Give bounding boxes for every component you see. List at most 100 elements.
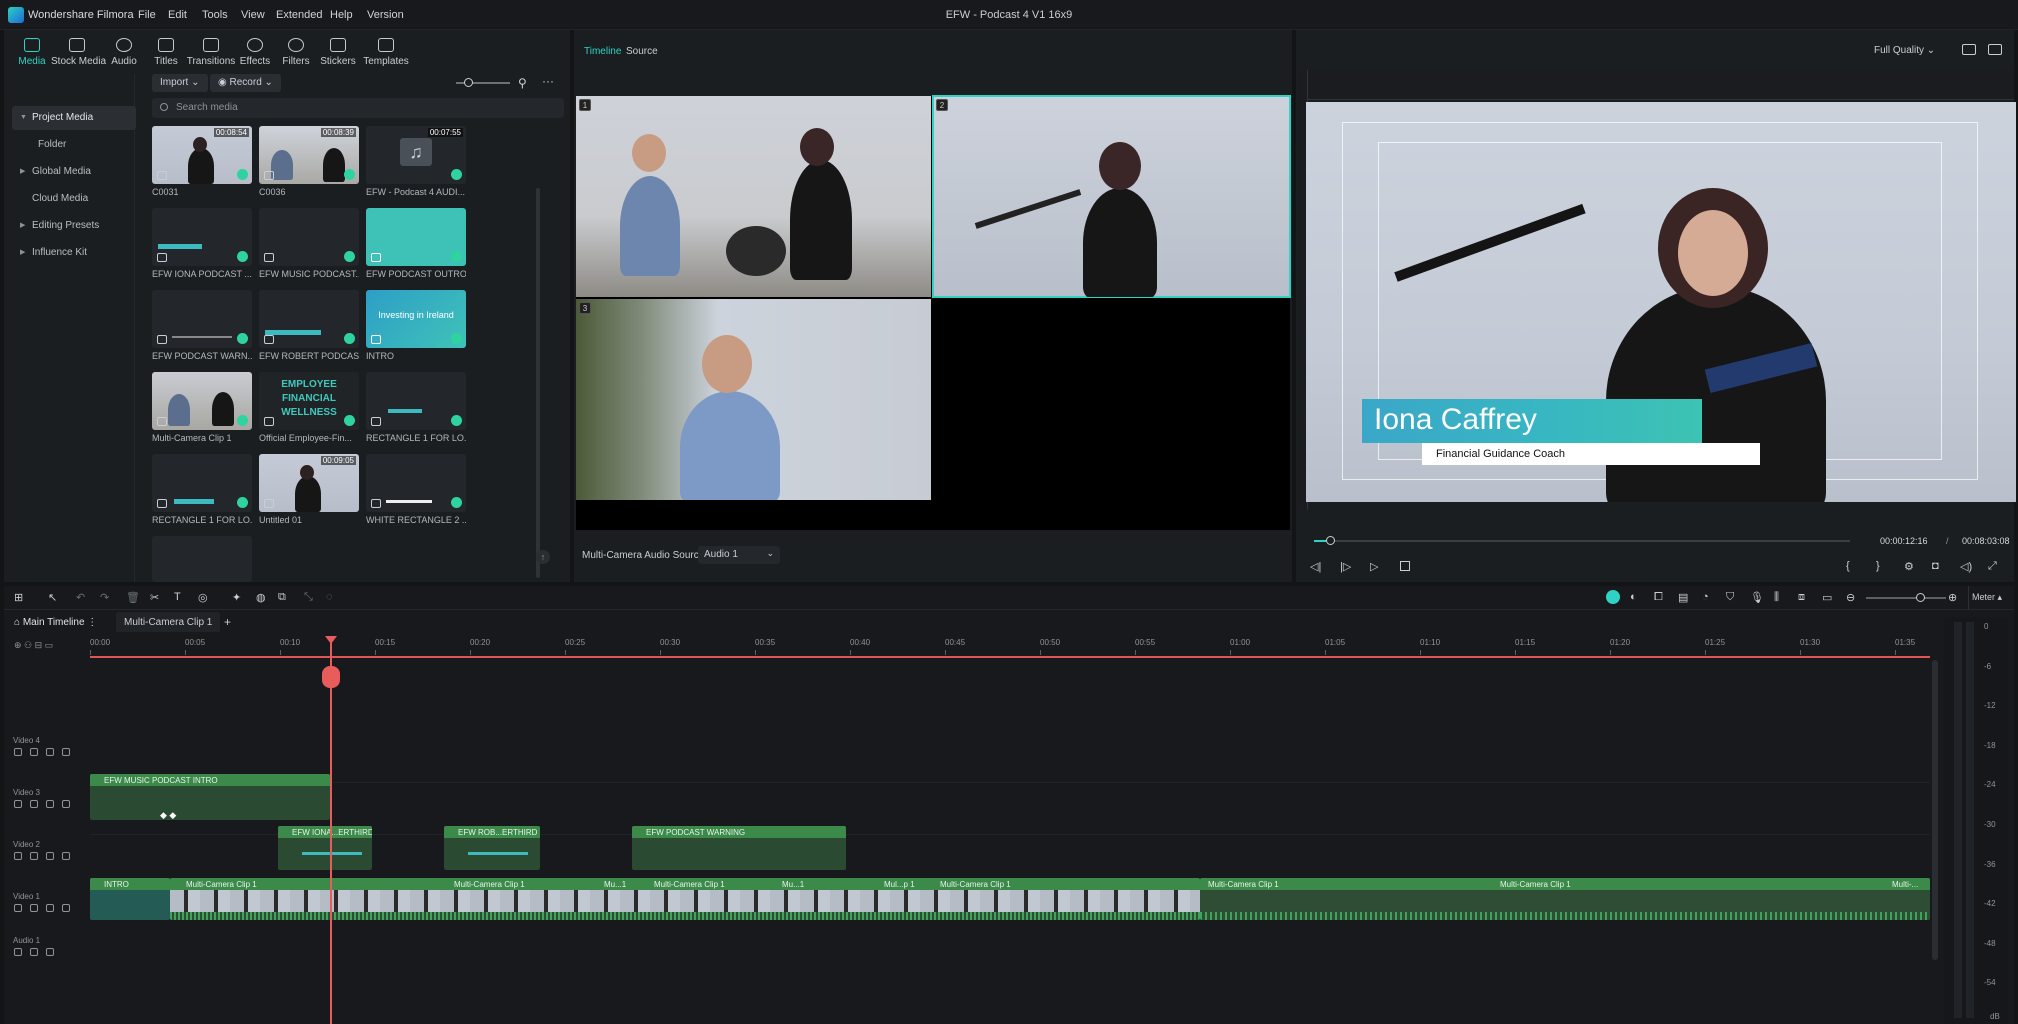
play-icon[interactable]: ▷ — [1370, 560, 1378, 573]
menu-extended[interactable]: Extended — [276, 9, 322, 21]
media-thumb-white-rect[interactable] — [366, 454, 466, 512]
sidebar-item-editing-presets[interactable]: ▶ Editing Presets — [12, 214, 136, 238]
menu-view[interactable]: View — [241, 9, 265, 21]
timeline-scrollbar[interactable] — [1932, 660, 1938, 960]
more-options-icon[interactable]: ··· — [542, 74, 554, 88]
lower-third-title-bar[interactable]: Financial Guidance Coach — [1422, 443, 1760, 465]
text-tool-icon[interactable]: T — [174, 591, 181, 603]
eye-icon[interactable] — [62, 748, 70, 756]
speed-icon[interactable]: ◌ — [326, 591, 333, 603]
mute-icon[interactable] — [30, 948, 38, 956]
redo-icon[interactable]: ↷ — [100, 591, 109, 604]
add-timeline-icon[interactable]: + — [224, 615, 231, 629]
link-icon[interactable] — [46, 800, 54, 808]
media-scrollbar[interactable] — [536, 188, 540, 578]
audio-source-select[interactable]: Audio 1 ⌄ — [698, 546, 780, 564]
record-button[interactable]: ◉ Record ⌄ — [210, 74, 281, 92]
toolbar-stock-media[interactable]: Stock Media — [51, 34, 106, 70]
play-reverse-icon[interactable]: |▷ — [1340, 560, 1351, 573]
menu-version[interactable]: Version — [367, 9, 404, 21]
zoom-in-icon[interactable]: ⊕ — [1948, 591, 1957, 604]
menu-tools[interactable]: Tools — [202, 9, 228, 21]
microphone-icon[interactable]: 🎙 — [1750, 591, 1764, 604]
mark-in-icon[interactable]: { — [1846, 560, 1850, 572]
export-frame-icon[interactable]: ⧉ — [278, 591, 286, 604]
sidebar-item-global-media[interactable]: ▶ Global Media — [12, 160, 136, 184]
add-track-icon[interactable]: ⊕ ⚇ ⊟ ▭ — [14, 640, 53, 651]
snapshot-view-icon[interactable] — [1988, 44, 2002, 55]
camera-3-view[interactable]: 3 — [576, 299, 931, 500]
sidebar-item-project-media[interactable]: ▼ Project Media — [12, 106, 136, 130]
camera-1-view[interactable]: 1 — [576, 96, 931, 297]
media-thumb-music[interactable] — [259, 208, 359, 266]
grid-view-icon[interactable] — [1962, 44, 1976, 55]
media-thumb-official[interactable]: EMPLOYEE FINANCIAL WELLNESS — [259, 372, 359, 430]
lower-third-name-bar[interactable]: Iona Caffrey — [1362, 399, 1702, 443]
stop-icon[interactable] — [1400, 561, 1410, 571]
clip-music-intro[interactable]: EFW MUSIC PODCAST INTRO ◆ ◆ — [90, 774, 330, 820]
media-thumb-rect1[interactable] — [366, 372, 466, 430]
mute-icon[interactable] — [30, 748, 38, 756]
media-thumb-iona[interactable] — [152, 208, 252, 266]
mute-icon[interactable] — [30, 852, 38, 860]
lock-icon[interactable] — [14, 748, 22, 756]
fullscreen-icon[interactable]: ⤢ — [1988, 560, 1997, 573]
crop-icon[interactable]: ◎ — [198, 591, 208, 604]
preview-scrubber[interactable] — [1314, 536, 1850, 545]
ai-tool-icon[interactable]: ✦ — [232, 591, 241, 604]
eye-icon[interactable] — [62, 904, 70, 912]
subtitle-icon[interactable]: ▭ — [1822, 591, 1832, 604]
clip-intro[interactable]: INTRO — [90, 878, 170, 920]
media-thumb-outro[interactable] — [366, 208, 466, 266]
media-thumb-robert[interactable] — [259, 290, 359, 348]
lock-icon[interactable] — [14, 800, 22, 808]
slider-handle[interactable] — [464, 78, 473, 87]
transform-icon[interactable]: ⤡ — [304, 591, 313, 604]
playhead-split-icon[interactable] — [322, 666, 340, 688]
select-tool-icon[interactable]: ↖ — [48, 591, 57, 604]
media-thumb-warning[interactable] — [152, 290, 252, 348]
thumb-size-slider[interactable] — [456, 78, 510, 87]
toolbar-templates[interactable]: Templates — [360, 34, 412, 70]
undo-icon[interactable]: ↶ — [76, 591, 85, 604]
sidebar-item-cloud-media[interactable]: Cloud Media — [12, 187, 136, 211]
mute-icon[interactable] — [30, 800, 38, 808]
menu-help[interactable]: Help — [330, 9, 353, 21]
audio-mixer-icon[interactable]: ⫼ — [1774, 591, 1779, 604]
media-thumb-untitled[interactable]: 00:09:05 — [259, 454, 359, 512]
keyframe-icon[interactable]: ◆ ◆ — [160, 810, 176, 820]
ai-cutout-icon[interactable]: ◍ — [256, 591, 266, 604]
media-thumb-intro[interactable]: Investing in Ireland — [366, 290, 466, 348]
quality-select[interactable]: Full Quality ⌄ — [1874, 42, 1944, 60]
clip-podcast-warning[interactable]: EFW PODCAST WARNING — [632, 826, 846, 870]
clip-multicam-tail[interactable]: Multi-Camera Clip 1 Multi-Camera Clip 1 … — [1200, 878, 1930, 920]
clip-multicam-main[interactable]: Multi-Camera Clip 1 Multi-Camera Clip 1 … — [170, 878, 1200, 920]
ai-assistant-icon[interactable] — [1606, 590, 1620, 604]
pip-icon[interactable]: ⧈ — [1798, 591, 1805, 604]
marker-list-icon[interactable]: ▤ — [1678, 591, 1688, 604]
link-icon[interactable] — [46, 748, 54, 756]
shield-icon[interactable]: ⛉ — [1726, 591, 1734, 604]
menu-file[interactable]: File — [138, 9, 156, 21]
sidebar-item-folder[interactable]: Folder — [12, 133, 136, 157]
toolbar-stickers[interactable]: Stickers — [312, 34, 364, 70]
track-controls[interactable] — [14, 851, 78, 861]
auto-reframe-icon[interactable]: ◐ — [1630, 591, 1637, 603]
import-button[interactable]: Import ⌄ — [152, 74, 208, 92]
eye-icon[interactable] — [62, 852, 70, 860]
mute-icon[interactable] — [30, 904, 38, 912]
link-icon[interactable] — [46, 948, 54, 956]
volume-icon[interactable]: ◁) — [1960, 560, 1972, 573]
tab-source[interactable]: Source — [626, 46, 658, 57]
media-thumb-rect2[interactable] — [152, 454, 252, 512]
timeline-ruler[interactable]: 00:00 00:05 00:10 00:15 00:20 00:25 00:30 00:35… — [90, 636, 1930, 662]
layout-icon[interactable]: ⊞ — [14, 591, 23, 604]
motion-track-icon[interactable]: ◔ — [1702, 591, 1709, 603]
camera-snapshot-icon[interactable]: ◘ — [1932, 560, 1939, 572]
playhead[interactable] — [322, 636, 340, 1024]
link-icon[interactable] — [46, 852, 54, 860]
media-thumb-c0031[interactable]: 00:08:54 — [152, 126, 252, 184]
keyframe-icon[interactable]: ⧠ — [1654, 591, 1663, 604]
scrubber-handle[interactable] — [1326, 536, 1336, 545]
tab-main-timeline[interactable]: ⌂ Main Timeline ⋮ — [14, 617, 97, 628]
